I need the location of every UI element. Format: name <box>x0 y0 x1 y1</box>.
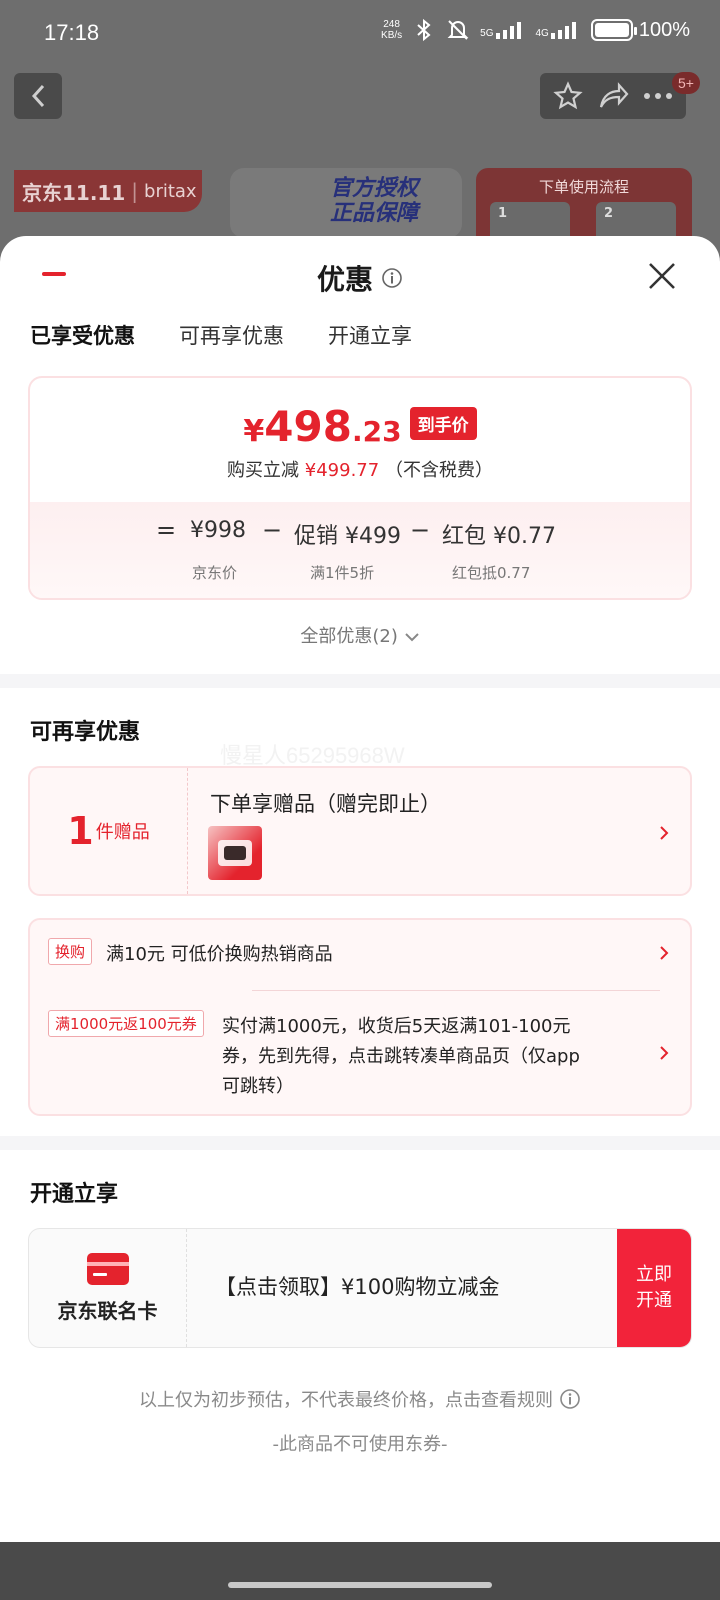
price-decimal: .23 <box>351 415 402 448</box>
promo-coupon-line-3: 可跳转） <box>222 1076 294 1097</box>
signal-5g-icon: 5G <box>480 21 525 39</box>
net-speed-unit: KB/s <box>381 30 403 41</box>
jd-price-value: ¥998 <box>190 518 246 543</box>
system-nav-bar <box>0 1542 720 1600</box>
promo-coupon-line-2: 券，先到先得，点击跳转凑单商品页（仅app <box>222 1046 580 1067</box>
tab-enjoyed[interactable]: 已享受优惠 <box>30 320 135 350</box>
gift-count: 1 件赠品 <box>30 768 188 894</box>
banner-right-title: 下单使用流程 <box>538 178 629 196</box>
discount-tabs: 已享受优惠 可再享优惠 开通立享 <box>30 320 412 350</box>
price-currency: ¥ <box>243 414 265 449</box>
top-action-bar <box>540 73 686 119</box>
mute-icon <box>446 18 470 42</box>
chevron-right-icon <box>660 946 669 960</box>
signal-4g-icon: 4G <box>536 21 581 39</box>
final-price-card: ¥ 498 .23 到手价 购买立减 ¥499.77 （不含税费） = ¥998… <box>28 376 692 600</box>
promo-separator <box>252 990 660 991</box>
back-button[interactable] <box>14 73 62 119</box>
status-bar: 17:18 248 KB/s 5G 4G 100% <box>0 0 720 66</box>
jd-price-label: 京东价 <box>192 564 238 582</box>
final-price-tag: 到手价 <box>409 407 477 440</box>
section-divider <box>0 1136 720 1150</box>
tab-active-indicator <box>42 272 66 276</box>
promo-label: 满1件5折 <box>310 564 375 582</box>
price-breakdown: = ¥998 京东价 − 促销 ¥499 满1件5折 − 红包 ¥0.77 红包… <box>30 502 690 598</box>
info-icon <box>560 1389 580 1409</box>
gift-title: 下单享赠品（赠完即止） <box>210 792 441 816</box>
home-gesture-handle[interactable] <box>228 1582 492 1588</box>
jd-card-name: 京东联名卡 <box>57 1298 158 1323</box>
gift-thumbnail <box>208 826 262 880</box>
gift-count-number: 1 <box>67 809 94 853</box>
all-discounts-label: 全部优惠(2) <box>300 626 398 647</box>
back-arrow-icon <box>31 84 45 108</box>
estimate-rules-link[interactable]: 以上仅为初步预估，不代表最终价格，点击查看规则 <box>0 1386 720 1412</box>
battery: 100% <box>590 18 690 42</box>
promo-tag-exchange: 换购 <box>48 938 93 965</box>
info-icon[interactable] <box>381 267 403 289</box>
signal-4g-label: 4G <box>535 28 549 39</box>
promo-banner-left: 京东11.11 | britax <box>14 170 202 212</box>
estimate-note: 以上仅为初步预估，不代表最终价格，点击查看规则 <box>139 1390 553 1411</box>
jd-card-offer-text: 【点击领取】¥100购物立减金 <box>215 1275 500 1299</box>
battery-fill <box>594 23 629 37</box>
gift-thumb-object <box>224 846 246 860</box>
network-speed: 248 KB/s <box>381 19 402 41</box>
chevron-down-icon <box>404 633 419 642</box>
minus-sign-1: − <box>262 516 283 544</box>
gift-card[interactable]: 1 件赠品 下单享赠品（赠完即止） <box>28 766 692 896</box>
final-price: ¥ 498 .23 到手价 <box>30 402 690 451</box>
section-title-open: 开通立享 <box>30 1182 119 1207</box>
banner-separator: | <box>131 179 139 203</box>
promo-value: 促销 ¥499 <box>294 524 401 549</box>
status-time: 17:18 <box>44 20 100 45</box>
banner-mid-line1: 官方授权 <box>330 176 419 201</box>
redpacket-label: 红包抵0.77 <box>452 564 531 582</box>
savings-prefix: 购买立减 <box>227 460 300 481</box>
promo-text-exchange: 满10元 可低价换购热销商品 <box>106 944 333 965</box>
savings-line: 购买立减 ¥499.77 （不含税费） <box>30 456 690 482</box>
share-icon[interactable] <box>597 81 629 111</box>
banner-brand2: britax <box>144 180 197 202</box>
redpacket-value: 红包 ¥0.77 <box>442 524 556 549</box>
chevron-right-icon <box>660 1046 669 1060</box>
promotions-card: 换购 满10元 可低价换购热销商品 满1000元返100元券 实付满1000元，… <box>28 918 692 1116</box>
section-divider <box>0 674 720 688</box>
banner-brand: 京东11.11 <box>22 180 126 205</box>
jd-card-brand: 京东联名卡 <box>29 1229 187 1347</box>
gift-count-unit: 件赠品 <box>95 822 150 843</box>
star-icon[interactable] <box>553 81 583 111</box>
minus-sign-2: − <box>410 516 431 544</box>
more-icon[interactable] <box>643 91 673 101</box>
section-title-more: 可再享优惠 <box>30 720 141 745</box>
banner-mid-line2: 正品保障 <box>330 201 419 226</box>
savings-suffix: （不含税费） <box>384 460 493 481</box>
credit-card-icon <box>86 1252 129 1285</box>
price-integer: 498 <box>264 402 352 451</box>
discount-sheet: 优惠 已享受优惠 可再享优惠 开通立享 ¥ 498 .23 到手价 购买立减 ¥… <box>0 236 720 1542</box>
sheet-title: 优惠 <box>316 263 373 296</box>
promo-text-coupon: 实付满1000元，收货后5天返满101-100元 券，先到先得，点击跳转凑单商品… <box>222 1012 580 1102</box>
close-icon[interactable] <box>644 258 680 294</box>
tab-open-enjoy[interactable]: 开通立享 <box>328 320 412 350</box>
signal-5g-label: 5G <box>480 28 494 39</box>
battery-icon <box>590 19 637 41</box>
message-badge: 5+ <box>672 72 700 94</box>
promo-coupon-line-1: 实付满1000元，收货后5天返满101-100元 <box>222 1016 571 1037</box>
open-now-button[interactable]: 立即开通 <box>617 1229 691 1347</box>
savings-amount: ¥499.77 <box>304 460 380 481</box>
jd-card-offer[interactable]: 京东联名卡 【点击领取】¥100购物立减金 立即开通 <box>28 1228 692 1348</box>
bluetooth-icon <box>412 18 436 42</box>
battery-text: 100% <box>638 18 690 41</box>
status-icons: 248 KB/s 5G 4G 100% <box>381 18 690 42</box>
all-discounts-toggle[interactable]: 全部优惠(2) <box>0 622 720 648</box>
sheet-header: 优惠 <box>0 258 720 298</box>
coupon-restriction-note: -此商品不可使用东券- <box>272 1434 448 1455</box>
tab-more-discounts[interactable]: 可再享优惠 <box>179 320 284 350</box>
net-speed-value: 248 <box>383 19 400 30</box>
promo-tag-coupon: 满1000元返100元券 <box>48 1010 204 1037</box>
promo-banner-mid-text: 官方授权 正品保障 <box>330 176 418 226</box>
chevron-right-icon <box>660 826 669 840</box>
equals-sign: = <box>156 516 177 544</box>
